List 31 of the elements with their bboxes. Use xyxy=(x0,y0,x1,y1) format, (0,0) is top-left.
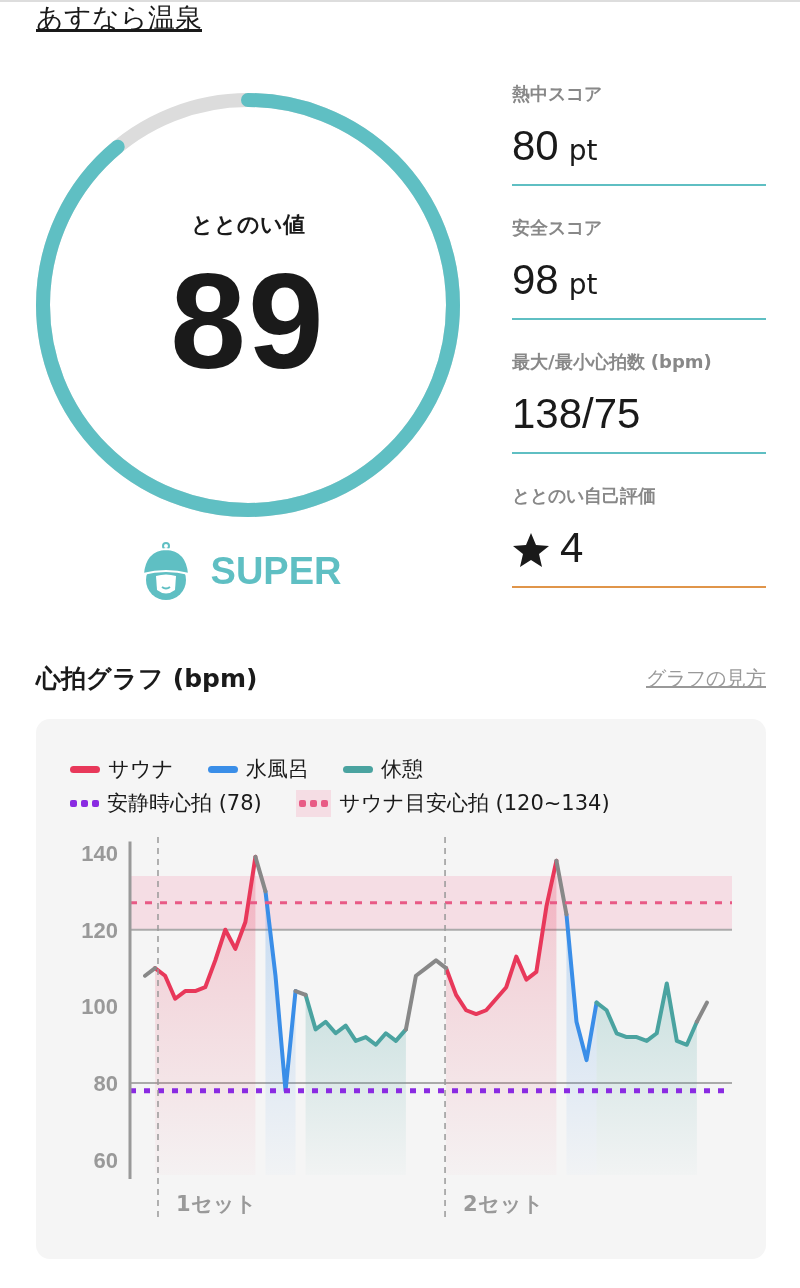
score-value: 89 xyxy=(170,246,326,396)
rank-label: SUPER xyxy=(210,549,342,593)
legend-label: 水風呂 xyxy=(246,756,309,783)
stat-unit: pt xyxy=(568,268,598,301)
stat-value: 80 xyxy=(512,122,559,170)
tick-label: 100 xyxy=(81,994,118,1020)
stat-label: ととのい自己評価 xyxy=(512,484,657,508)
stat-label: 熱中スコア xyxy=(512,82,603,106)
set-label: 2セット xyxy=(463,1192,544,1216)
tick-label: 140 xyxy=(81,841,118,866)
stat-label: 安全スコア xyxy=(512,216,603,240)
help-link[interactable]: グラフの見方 xyxy=(646,665,766,692)
legend-label: 安静時心拍 (78) xyxy=(107,790,262,817)
legend-swatch xyxy=(70,799,99,807)
legend-label: 休憩 xyxy=(381,756,423,783)
rating-value: 4 xyxy=(560,524,584,572)
stat-unit: pt xyxy=(568,134,598,167)
section-title: 心拍グラフ (bpm) xyxy=(36,663,258,695)
legend-label: サウナ目安心拍 (120~134) xyxy=(338,790,610,817)
star-icon xyxy=(512,532,550,568)
tick-label: 120 xyxy=(81,917,118,943)
legend-swatch xyxy=(295,789,331,817)
tick-label: 80 xyxy=(93,1071,118,1097)
set-label: 1セット xyxy=(176,1192,257,1216)
tick-label: 60 xyxy=(93,1147,118,1173)
legend-label: サウナ xyxy=(108,756,174,783)
stat-value: 98 xyxy=(512,256,559,304)
stat-value: 138/75 xyxy=(512,390,641,438)
venue-title: あすなら温泉 xyxy=(36,2,202,34)
gauge-label: ととのい値 xyxy=(191,211,305,239)
stat-label: 最大/最小心拍数 (bpm) xyxy=(512,350,713,374)
